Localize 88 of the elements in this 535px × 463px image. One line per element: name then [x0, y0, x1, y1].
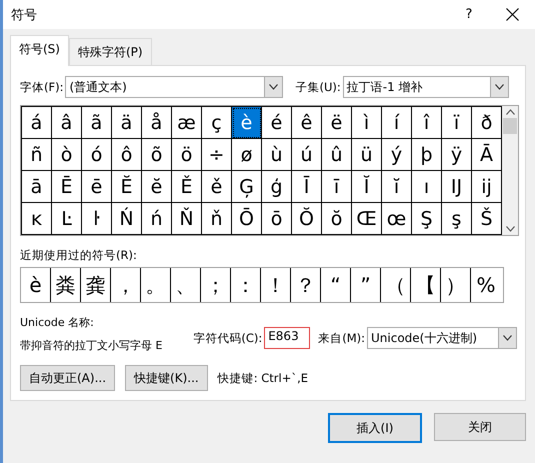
recent-symbol[interactable]: %	[471, 268, 501, 302]
symbol-cell[interactable]: ÿ	[442, 139, 472, 171]
symbol-cell[interactable]: û	[322, 139, 352, 171]
symbol-cell[interactable]: ù	[262, 139, 292, 171]
font-dropdown[interactable]: (普通文本)	[65, 76, 284, 98]
symbol-cell[interactable]: œ	[382, 203, 412, 235]
symbol-cell[interactable]: é	[262, 107, 292, 139]
symbol-cell[interactable]: Ĳ	[442, 171, 472, 203]
symbol-cell[interactable]: Ŀ	[52, 203, 82, 235]
action-button[interactable]: 快捷键(K)...	[125, 365, 208, 391]
font-label: 字体(F):	[20, 80, 64, 94]
symbol-cell[interactable]: ĭ	[382, 171, 412, 203]
symbol-cell[interactable]: ń	[142, 203, 172, 235]
symbol-cell[interactable]: ü	[352, 139, 382, 171]
symbol-cell[interactable]: ı	[412, 171, 442, 203]
symbol-cell[interactable]: ĸ	[22, 203, 52, 235]
symbol-cell[interactable]: ê	[292, 107, 322, 139]
subset-dropdown[interactable]: 拉丁语-1 增补	[342, 76, 509, 98]
symbol-cell[interactable]: í	[382, 107, 412, 139]
symbol-cell[interactable]: å	[142, 107, 172, 139]
caret-icon	[269, 84, 278, 90]
shortcut-text: 快捷键: Ctrl+`,E	[218, 370, 308, 386]
symbol-cell[interactable]: è	[232, 107, 262, 139]
symbol-cell[interactable]: ň	[202, 203, 232, 235]
symbol-cell[interactable]: ŀ	[82, 203, 112, 235]
window-title: 符号	[11, 6, 38, 24]
char-code-label: 字符代码(C):	[193, 330, 262, 346]
symbol-cell[interactable]: ò	[52, 139, 82, 171]
symbol-cell[interactable]: á	[22, 107, 52, 139]
symbol-cell[interactable]: Ī	[292, 171, 322, 203]
symbol-cell[interactable]: ô	[112, 139, 142, 171]
symbol-cell[interactable]: Ń	[112, 203, 142, 235]
scroll-thumb[interactable]	[503, 118, 517, 134]
symbol-cell[interactable]: Ň	[172, 203, 202, 235]
symbol-cell[interactable]: Œ	[352, 203, 382, 235]
symbol-cell[interactable]: ø	[232, 139, 262, 171]
unicode-name: 带抑音符的拉丁文小写字母 E	[20, 338, 164, 353]
close-icon[interactable]	[506, 8, 519, 21]
help-button[interactable]: ?	[458, 7, 480, 22]
scroll-down-icon[interactable]	[506, 226, 514, 232]
symbol-cell[interactable]: Ĭ	[352, 171, 382, 203]
tab[interactable]: 符号(S)	[10, 35, 69, 66]
scroll-up-icon[interactable]	[506, 109, 514, 115]
symbol-cell[interactable]: Ĕ	[112, 171, 142, 203]
dialog-button[interactable]: 插入(I)	[328, 413, 422, 443]
symbol-cell[interactable]: ö	[172, 139, 202, 171]
symbol-cell[interactable]: õ	[142, 139, 172, 171]
symbol-cell[interactable]: ÷	[202, 139, 232, 171]
symbol-cell[interactable]: Ş	[412, 203, 442, 235]
symbol-cell[interactable]: ó	[82, 139, 112, 171]
symbol-cell[interactable]: Ō	[232, 203, 262, 235]
scrollbar[interactable]	[502, 106, 518, 235]
symbol-cell[interactable]: ä	[112, 107, 142, 139]
symbol-cell[interactable]: ú	[292, 139, 322, 171]
caret-icon	[494, 84, 504, 90]
symbol-cell[interactable]: ì	[352, 107, 382, 139]
symbol-cell[interactable]: ý	[382, 139, 412, 171]
symbol-cell[interactable]: Ě	[172, 171, 202, 203]
action-button[interactable]: 自动更正(A)...	[20, 365, 116, 391]
symbol-cell[interactable]: þ	[412, 139, 442, 171]
symbol-cell[interactable]: Ģ	[232, 171, 262, 203]
from-dropdown[interactable]: Unicode(十六进制)	[367, 327, 517, 349]
symbol-cell[interactable]: â	[52, 107, 82, 139]
caret-icon	[503, 335, 512, 341]
symbol-cell[interactable]: ş	[442, 203, 472, 235]
symbol-cell[interactable]: ō	[262, 203, 292, 235]
char-code-field[interactable]: E863	[264, 327, 310, 349]
symbol-cell[interactable]: ĕ	[142, 171, 172, 203]
tab[interactable]: 特殊字符(P)	[68, 38, 152, 65]
symbol-cell[interactable]: î	[412, 107, 442, 139]
symbol-cell[interactable]: ě	[202, 171, 232, 203]
dialog-button[interactable]: 关闭	[434, 413, 526, 441]
symbol-cell[interactable]: ģ	[262, 171, 292, 203]
recent-label: 近期使用过的符号(R):	[20, 248, 138, 263]
symbol-cell[interactable]: ā	[22, 171, 52, 203]
symbol-cell[interactable]: ë	[322, 107, 352, 139]
symbol-cell[interactable]: ñ	[22, 139, 52, 171]
unicode-name-label: Unicode 名称:	[20, 315, 95, 330]
symbol-cell[interactable]: æ	[172, 107, 202, 139]
symbol-cell[interactable]: Ē	[52, 171, 82, 203]
symbol-cell[interactable]: ē	[82, 171, 112, 203]
symbol-cell[interactable]: ã	[82, 107, 112, 139]
symbol-cell[interactable]: ī	[322, 171, 352, 203]
symbol-cell[interactable]: Ŏ	[292, 203, 322, 235]
subset-label: 子集(U):	[295, 80, 341, 94]
symbol-cell[interactable]: ŏ	[322, 203, 352, 235]
from-label: 来自(M):	[318, 330, 365, 346]
symbol-cell[interactable]: ï	[442, 107, 472, 139]
